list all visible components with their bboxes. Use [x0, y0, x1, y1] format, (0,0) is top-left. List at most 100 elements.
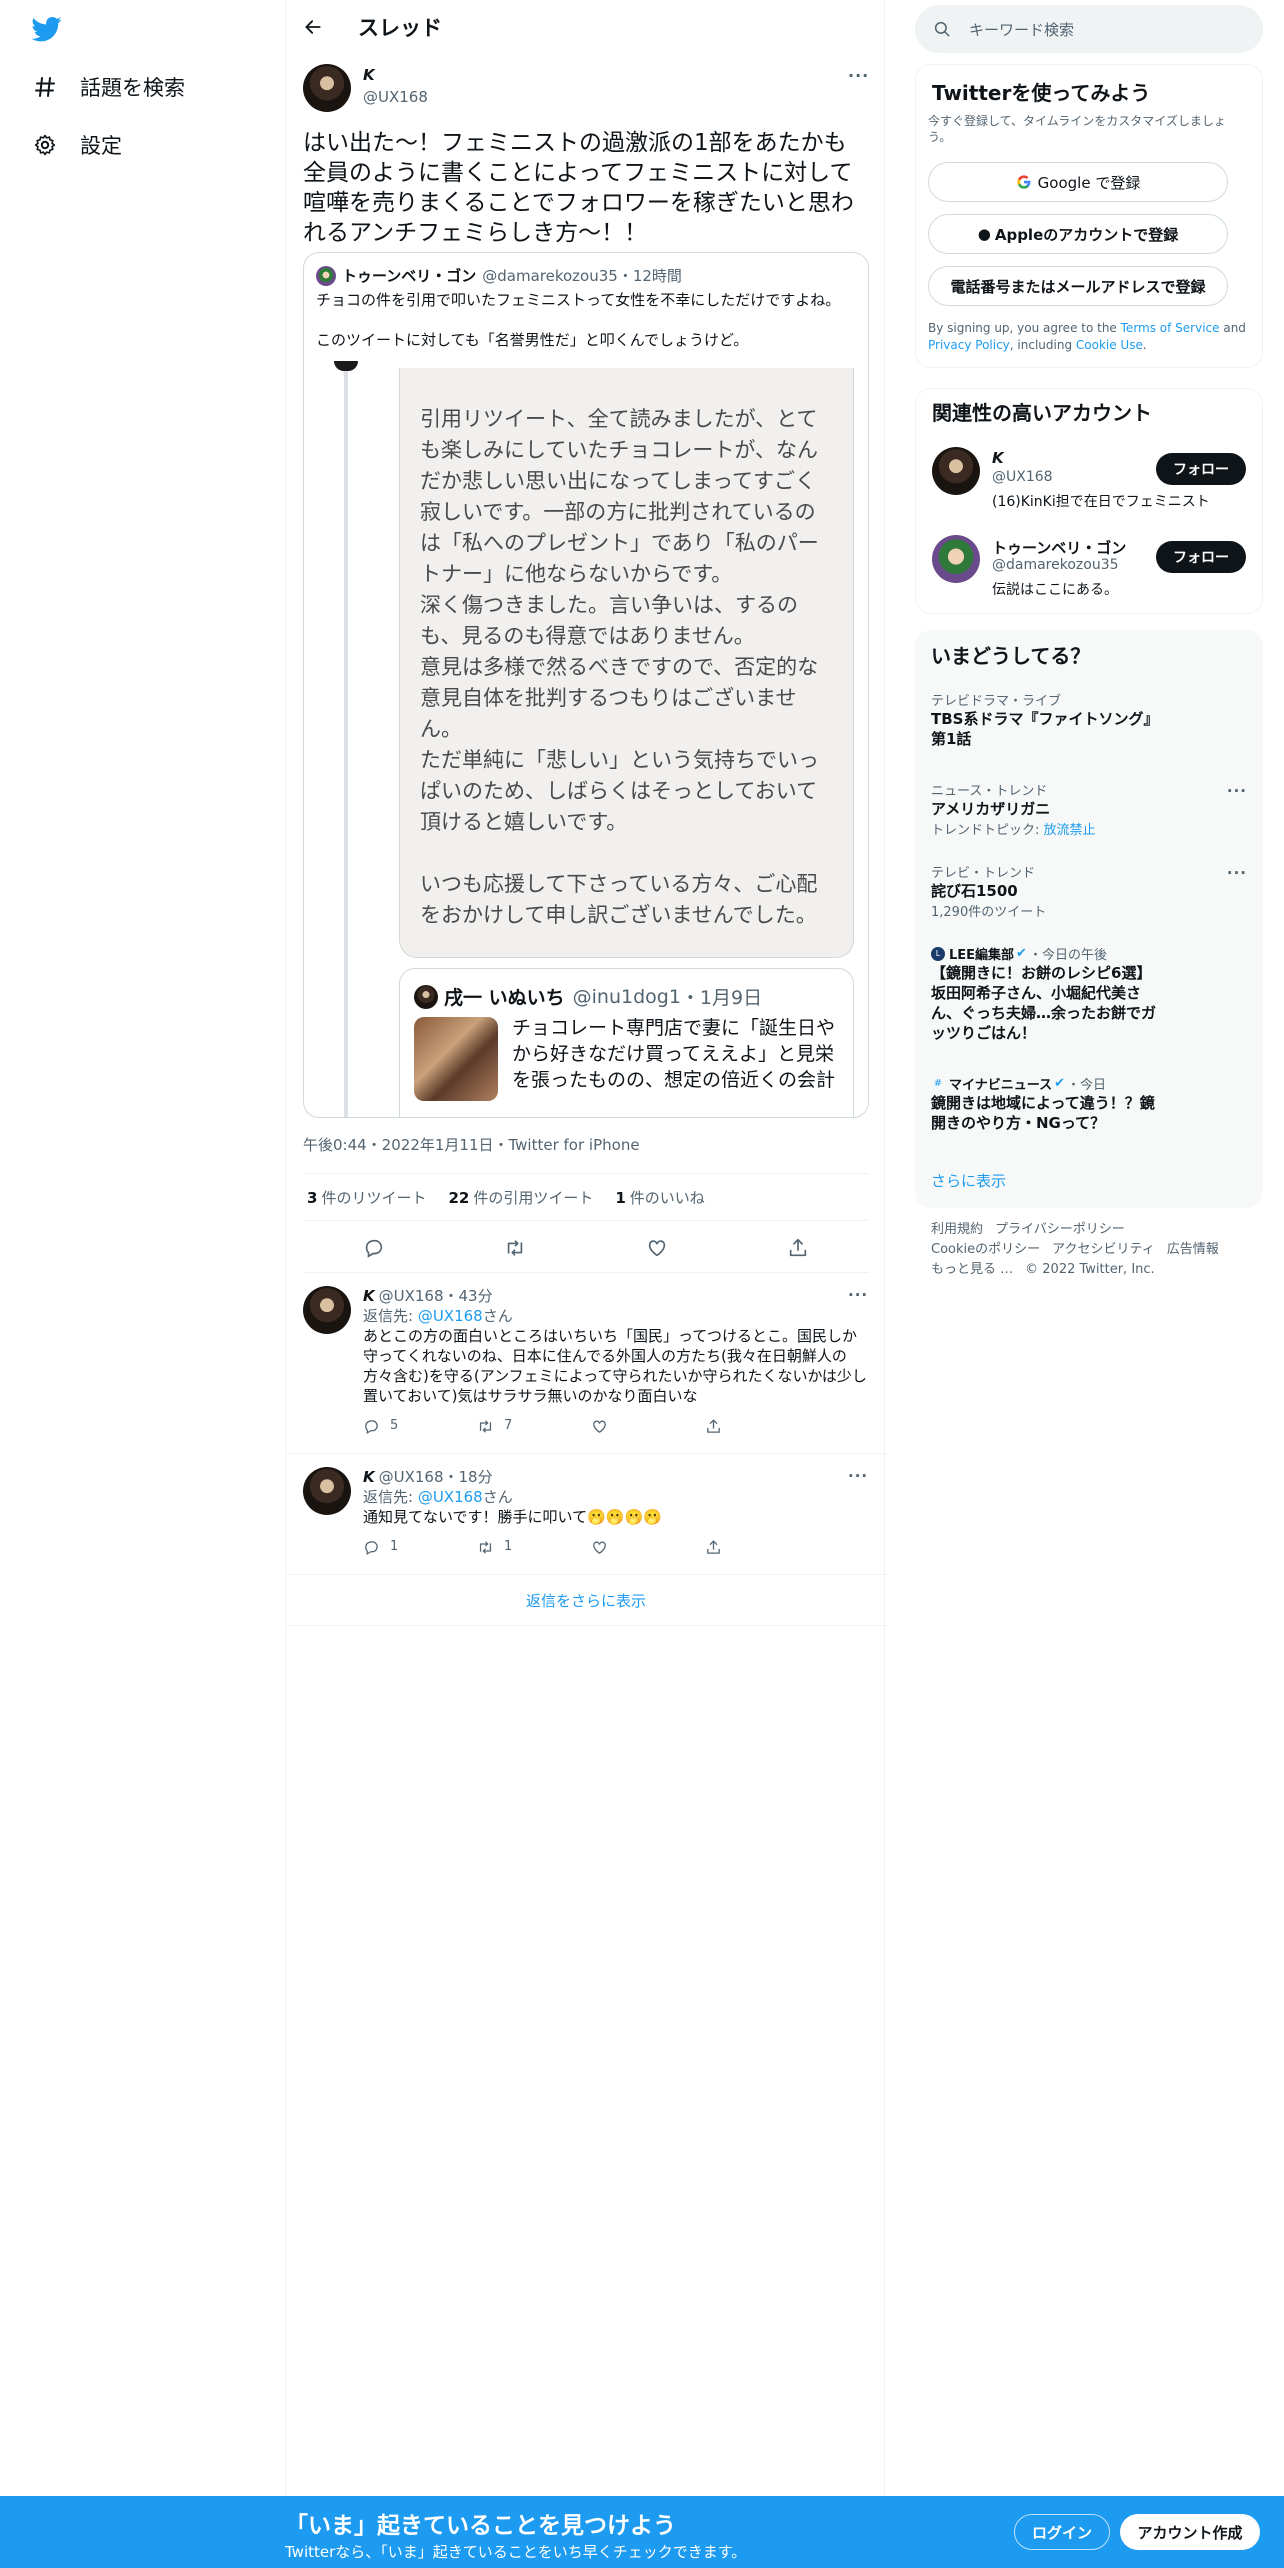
reply-time[interactable]: ・18分 — [444, 1467, 493, 1487]
more-icon[interactable]: ··· — [848, 1286, 868, 1304]
reply-author-name[interactable]: 𝙆 — [363, 1467, 375, 1487]
reply-count[interactable]: 5 — [363, 1416, 477, 1436]
phone-email-signup-button[interactable]: 電話番号またはメールアドレスで登録 — [928, 266, 1228, 306]
twitter-logo-icon[interactable] — [30, 14, 64, 44]
show-more-trends-link[interactable]: さらに表示 — [931, 1170, 1006, 1191]
nested-quote-avatar — [414, 984, 438, 1009]
nested-quote-card[interactable]: 戌一 いぬいち @inu1dog1 ・1月9日 チョコレート専門店で妻に「誕生日… — [399, 968, 854, 1117]
related-account-bio: (16)KinKi担で在日でフェミニスト — [992, 494, 1210, 510]
reply-body: 𝙆 @UX168 ・43分 返信先: @UX168さん あとこの方の面白いところ… — [363, 1286, 868, 1436]
share-icon[interactable] — [705, 1418, 819, 1435]
quote-text-line1: チョコの件を引用で叩いたフェミニストって女性を不幸にしただけですよね。 — [316, 291, 841, 309]
news-item[interactable]: # マイナビニュース ✔ ・今日 鏡開きは地域によって違う！？鏡開きのやり方・N… — [931, 1074, 1251, 1133]
reply-tweet[interactable]: 𝙆 @UX168 ・18分 返信先: @UX168さん 通知見てないです！勝手に… — [286, 1455, 886, 1575]
related-account-name[interactable]: トゥーンベリ・ゴン — [992, 537, 1126, 558]
follow-button[interactable]: フォロー — [1156, 541, 1246, 573]
retweet-count[interactable]: 1 — [477, 1537, 591, 1557]
retweet-stat[interactable]: 3 件のリツイート — [307, 1187, 426, 1208]
like-icon[interactable] — [644, 1235, 670, 1261]
reply-text: 通知見てないです！勝手に叩いて🫢🫢🫢🫢 — [363, 1508, 662, 1526]
reply-time[interactable]: ・43分 — [444, 1286, 493, 1306]
related-account-handle[interactable]: @UX168 — [992, 469, 1053, 485]
tweet-actions — [303, 1223, 869, 1273]
avatar[interactable] — [303, 1467, 351, 1515]
retweet-icon[interactable] — [502, 1235, 528, 1261]
like-count[interactable] — [591, 1418, 705, 1435]
like-count[interactable] — [591, 1539, 705, 1556]
nav-settings-label: 設定 — [80, 134, 122, 158]
tweet-timestamp[interactable]: 午後0:44・2022年1月11日・Twitter for iPhone — [303, 1134, 640, 1155]
signup-panel: Twitterを使ってみよう 今すぐ登録して、タイムラインをカスタマイズしましょ… — [915, 64, 1263, 368]
author-handle[interactable]: @UX168 — [363, 88, 428, 106]
footer-ads-link[interactable]: 広告情報 — [1167, 1242, 1219, 1257]
share-icon[interactable] — [705, 1539, 819, 1556]
privacy-link[interactable]: Privacy Policy — [928, 338, 1010, 352]
quote-avatar — [316, 265, 336, 286]
news-source-icon: L — [931, 946, 945, 961]
share-icon[interactable] — [785, 1235, 811, 1261]
avatar[interactable] — [932, 447, 980, 495]
trend-item[interactable]: テレビ・トレンド 詫び石1500 1,290件のツイート — [931, 862, 1251, 920]
google-signup-button[interactable]: Google で登録 — [928, 162, 1228, 202]
trend-category: ニュース・トレンド — [931, 784, 1048, 799]
cookie-link[interactable]: Cookie Use — [1076, 338, 1143, 352]
quote-header: トゥーンベリ・ゴン @damarekozou35 ・12時間 — [316, 265, 682, 286]
reply-author-handle[interactable]: @UX168 — [379, 1286, 444, 1306]
more-icon[interactable]: ··· — [1227, 864, 1247, 882]
footer-more-link[interactable]: もっと見る … — [931, 1262, 1013, 1277]
reply-to-link[interactable]: @UX168 — [418, 1488, 483, 1506]
avatar[interactable] — [303, 64, 351, 112]
quote-image[interactable]: 引用リツイート、全て読みましたが、とても楽しみにしていたチョコレートが、なんだか… — [399, 368, 854, 958]
quote-stat[interactable]: 22 件の引用ツイート — [448, 1187, 593, 1208]
reply-author-name[interactable]: 𝙆 — [363, 1286, 375, 1306]
footer-links: 利用規約 プライバシーポリシー Cookieのポリシー アクセシビリティ 広告情報 も… — [931, 1220, 1251, 1280]
footer-cookie-link[interactable]: Cookieのポリシー — [931, 1242, 1040, 1257]
footer-privacy-link[interactable]: プライバシーポリシー — [995, 1222, 1125, 1237]
reply-tweet[interactable]: 𝙆 @UX168 ・43分 返信先: @UX168さん あとこの方の面白いところ… — [286, 1274, 886, 1454]
trend-item[interactable]: ニュース・トレンド アメリカザリガニ トレンドトピック: 放流禁止 — [931, 780, 1251, 838]
back-arrow-icon[interactable] — [300, 14, 326, 40]
nav-settings[interactable]: 設定 — [32, 130, 122, 160]
avatar[interactable] — [932, 535, 980, 583]
login-button[interactable]: ログイン — [1014, 2514, 1110, 2550]
terms-link[interactable]: Terms of Service — [1121, 321, 1220, 335]
reply-count[interactable]: 1 — [363, 1537, 477, 1557]
main-column: スレッド 𝙆 @UX168 ··· はい出た〜！フェミニストの過激派の1部をあた… — [285, 0, 886, 2568]
search-icon — [933, 20, 951, 38]
more-icon[interactable]: ··· — [848, 66, 869, 85]
reply-to-link[interactable]: @UX168 — [418, 1307, 483, 1325]
trends-title: いまどうしてる？ — [931, 644, 1091, 668]
nested-quote-name: 戌一 いぬいち — [444, 987, 565, 1009]
signup-subtitle: 今すぐ登録して、タイムラインをカスタマイズしましょう。 — [928, 114, 1226, 144]
news-headline: 【鏡開きに！お餅のレシピ6選】坂田阿希子さん、小堀紀代美さん、ぐっち夫婦…余った… — [931, 964, 1157, 1042]
trend-name: アメリカザリガニ — [931, 800, 1051, 818]
reply-header: 𝙆 @UX168 ・43分 — [363, 1286, 868, 1306]
footer-accessibility-link[interactable]: アクセシビリティ — [1052, 1242, 1155, 1257]
nav-explore[interactable]: 話題を検索 — [32, 72, 185, 102]
trend-category: テレビ・トレンド — [931, 866, 1036, 881]
follow-button[interactable]: フォロー — [1156, 453, 1246, 485]
show-more-replies-link[interactable]: 返信をさらに表示 — [286, 1576, 886, 1626]
signup-button[interactable]: アカウント作成 — [1120, 2514, 1260, 2550]
footer-terms-link[interactable]: 利用規約 — [931, 1222, 983, 1237]
trend-item[interactable]: テレビドラマ・ライブ TBS系ドラマ『ファイトソング』第1話 — [931, 690, 1251, 749]
news-item[interactable]: L LEE編集部 ✔ ・今日の午後 【鏡開きに！お餅のレシピ6選】坂田阿希子さん… — [931, 944, 1251, 1043]
related-account-handle[interactable]: @damarekozou35 — [992, 557, 1119, 573]
more-icon[interactable]: ··· — [1227, 782, 1247, 800]
banner-subtext: Twitterなら、「いま」起きていることをいち早くチェックできます。 — [285, 2543, 747, 2561]
avatar[interactable] — [303, 1286, 351, 1334]
search-box[interactable]: キーワード検索 — [915, 5, 1263, 53]
author-name[interactable]: 𝙆 — [363, 66, 375, 84]
retweet-count[interactable]: 7 — [477, 1416, 591, 1436]
more-icon[interactable]: ··· — [848, 1467, 868, 1485]
search-input[interactable]: キーワード検索 — [969, 19, 1074, 40]
news-time: ・今日 — [1067, 1078, 1107, 1093]
apple-signup-button[interactable]: ● Appleのアカウントで登録 — [928, 214, 1228, 254]
related-account-name[interactable]: 𝙆 — [992, 449, 1004, 467]
reply-author-handle[interactable]: @UX168 — [379, 1467, 444, 1487]
like-stat[interactable]: 1 件のいいね — [615, 1187, 704, 1208]
reply-actions: 5 7 — [363, 1416, 868, 1436]
quoted-tweet[interactable]: トゥーンベリ・ゴン @damarekozou35 ・12時間 チョコの件を引用で… — [303, 252, 869, 1118]
reply-icon[interactable] — [361, 1235, 387, 1261]
trend-topic-link[interactable]: 放流禁止 — [1044, 823, 1096, 838]
